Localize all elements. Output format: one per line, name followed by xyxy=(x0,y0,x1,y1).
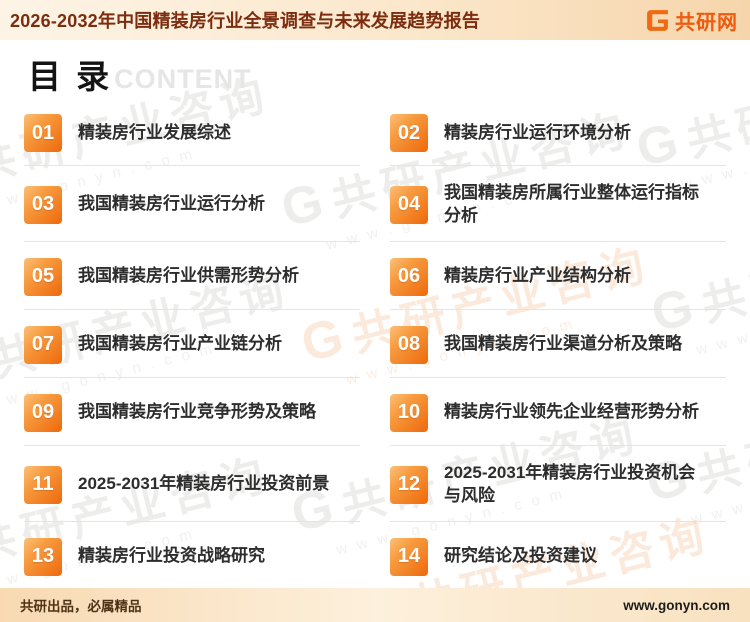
item-title: 精装房行业产业结构分析 xyxy=(444,265,631,288)
item-title: 精装房行业领先企业经营形势分析 xyxy=(444,401,699,424)
report-title: 2026-2032年中国精装房行业全景调查与未来发展趋势报告 xyxy=(10,7,480,33)
item-title: 我国精装房行业运行分析 xyxy=(78,193,265,216)
item-number-badge: 10 xyxy=(390,394,428,432)
item-title: 2025-2031年精装房行业投资机会 与风险 xyxy=(444,462,695,508)
brand-logo: 共研网 xyxy=(645,6,738,35)
toc-item-02[interactable]: 02 精装房行业运行环境分析 xyxy=(390,106,726,166)
toc-item-09[interactable]: 09 我国精装房行业竞争形势及策略 xyxy=(24,386,360,446)
item-number-badge: 09 xyxy=(24,394,62,432)
footer-slogan: 共研出品，必属精品 xyxy=(20,595,142,615)
item-title: 我国精装房行业渠道分析及策略 xyxy=(444,333,682,356)
brand-logo-text: 共研网 xyxy=(675,6,738,35)
item-number-badge: 06 xyxy=(390,258,428,296)
item-number-badge: 12 xyxy=(390,466,428,504)
toc-item-14[interactable]: 14 研究结论及投资建议 xyxy=(390,530,726,588)
toc-heading-cn: 目 录 xyxy=(28,50,112,98)
footer-bar: 共研出品，必属精品 www.gonyn.com xyxy=(0,588,750,622)
toc-item-01[interactable]: 01 精装房行业发展综述 xyxy=(24,106,360,166)
item-number-badge: 11 xyxy=(24,466,62,504)
toc-heading-en: CONTENT xyxy=(114,64,252,95)
gonyn-g-icon xyxy=(645,8,670,33)
item-number-badge: 03 xyxy=(24,186,62,224)
item-title: 精装房行业运行环境分析 xyxy=(444,122,631,145)
toc-heading: 目 录 CONTENT xyxy=(28,50,726,98)
toc-item-07[interactable]: 07 我国精装房行业产业链分析 xyxy=(24,318,360,378)
toc-item-10[interactable]: 10 精装房行业领先企业经营形势分析 xyxy=(390,386,726,446)
report-toc-page: 2026-2032年中国精装房行业全景调查与未来发展趋势报告 共研网 G共研产业… xyxy=(0,0,750,622)
item-number-badge: 13 xyxy=(24,538,62,576)
footer-site-url[interactable]: www.gonyn.com xyxy=(623,598,730,613)
item-number-badge: 05 xyxy=(24,258,62,296)
item-title: 2025-2031年精装房行业投资前景 xyxy=(78,473,329,496)
item-title: 精装房行业投资战略研究 xyxy=(78,545,265,568)
item-title: 我国精装房行业产业链分析 xyxy=(78,333,282,356)
item-number-badge: 14 xyxy=(390,538,428,576)
toc-item-04[interactable]: 04 我国精装房所属行业整体运行指标 分析 xyxy=(390,174,726,242)
item-number-badge: 04 xyxy=(390,186,428,224)
item-number-badge: 07 xyxy=(24,326,62,364)
toc-item-06[interactable]: 06 精装房行业产业结构分析 xyxy=(390,250,726,310)
toc-item-03[interactable]: 03 我国精装房行业运行分析 xyxy=(24,174,360,242)
item-title: 精装房行业发展综述 xyxy=(78,122,231,145)
header-bar: 2026-2032年中国精装房行业全景调查与未来发展趋势报告 共研网 xyxy=(0,0,750,40)
toc-item-13[interactable]: 13 精装房行业投资战略研究 xyxy=(24,530,360,588)
toc-item-12[interactable]: 12 2025-2031年精装房行业投资机会 与风险 xyxy=(390,454,726,522)
item-number-badge: 02 xyxy=(390,114,428,152)
toc-grid: 01 精装房行业发展综述 02 精装房行业运行环境分析 03 我国精装房行业运行… xyxy=(24,106,726,588)
item-title: 我国精装房所属行业整体运行指标 分析 xyxy=(444,182,699,228)
item-number-badge: 08 xyxy=(390,326,428,364)
item-title: 研究结论及投资建议 xyxy=(444,545,597,568)
toc-item-08[interactable]: 08 我国精装房行业渠道分析及策略 xyxy=(390,318,726,378)
toc-content: G共研产业咨询 w w w . g o n y n . c o m G共研产业咨… xyxy=(0,40,750,588)
item-number-badge: 01 xyxy=(24,114,62,152)
toc-item-11[interactable]: 11 2025-2031年精装房行业投资前景 xyxy=(24,454,360,522)
item-title: 我国精装房行业供需形势分析 xyxy=(78,265,299,288)
toc-item-05[interactable]: 05 我国精装房行业供需形势分析 xyxy=(24,250,360,310)
item-title: 我国精装房行业竞争形势及策略 xyxy=(78,401,316,424)
